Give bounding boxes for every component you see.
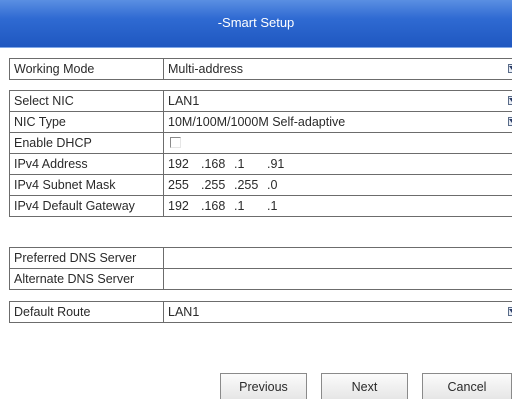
default-route-select[interactable]: LAN1	[164, 302, 512, 322]
select-nic-select[interactable]: LAN1	[164, 91, 512, 111]
ip-octet[interactable]: .91	[267, 154, 284, 174]
setup-panel: Working Mode Multi-address Select NIC LA…	[0, 48, 512, 399]
alternate-dns-field[interactable]	[164, 269, 512, 289]
previous-button[interactable]: Previous	[220, 373, 307, 399]
ip-octet[interactable]: .0	[267, 175, 277, 195]
ip-octet[interactable]: 192	[168, 196, 201, 216]
window-title: -Smart Setup	[217, 15, 295, 30]
default-route-value: LAN1	[168, 305, 200, 319]
gateway-row: IPv4 Default Gateway 192.168.1.1	[10, 196, 512, 217]
title-bar: -Smart Setup	[0, 0, 512, 48]
next-button[interactable]: Next	[321, 373, 408, 399]
working-mode-row: Working Mode Multi-address	[10, 59, 512, 80]
alternate-dns-row: Alternate DNS Server	[10, 269, 512, 290]
nic-settings-group: Select NIC LAN1 NIC Type 10M/100M/1000M …	[9, 90, 512, 217]
ip-octet[interactable]: .1	[234, 196, 267, 216]
gateway-field[interactable]: 192.168.1.1	[164, 196, 512, 216]
cancel-button[interactable]: Cancel	[422, 373, 512, 399]
ip-octet[interactable]: .255	[234, 175, 267, 195]
preferred-dns-field[interactable]	[164, 248, 512, 268]
subnet-mask-label: IPv4 Subnet Mask	[10, 175, 164, 195]
select-nic-label: Select NIC	[10, 91, 164, 111]
ip-octet[interactable]: 192	[168, 154, 201, 174]
chevron-down-icon[interactable]	[508, 96, 512, 105]
chevron-down-icon[interactable]	[508, 117, 512, 126]
subnet-mask-field[interactable]: 255.255.255.0	[164, 175, 512, 195]
ipv4-address-field[interactable]: 192.168.1.91	[164, 154, 512, 174]
working-mode-group: Working Mode Multi-address	[9, 58, 512, 80]
ip-octet[interactable]: .168	[201, 154, 234, 174]
ip-octet[interactable]: .1	[267, 196, 277, 216]
nic-type-label: NIC Type	[10, 112, 164, 132]
select-nic-row: Select NIC LAN1	[10, 91, 512, 112]
dns-group: Preferred DNS Server Alternate DNS Serve…	[9, 247, 512, 290]
gateway-label: IPv4 Default Gateway	[10, 196, 164, 216]
ip-octet[interactable]: 255	[168, 175, 201, 195]
default-route-group: Default Route LAN1	[9, 301, 512, 323]
alternate-dns-label: Alternate DNS Server	[10, 269, 164, 289]
enable-dhcp-row: Enable DHCP	[10, 133, 512, 154]
preferred-dns-row: Preferred DNS Server	[10, 248, 512, 269]
ip-octet[interactable]: .168	[201, 196, 234, 216]
ipv4-address-row: IPv4 Address 192.168.1.91	[10, 154, 512, 175]
subnet-mask-row: IPv4 Subnet Mask 255.255.255.0	[10, 175, 512, 196]
enable-dhcp-cell	[164, 133, 512, 153]
working-mode-select[interactable]: Multi-address	[164, 59, 512, 79]
enable-dhcp-checkbox[interactable]	[170, 137, 181, 148]
nic-type-value: 10M/100M/1000M Self-adaptive	[168, 115, 346, 129]
chevron-down-icon[interactable]	[508, 307, 512, 316]
nic-type-select[interactable]: 10M/100M/1000M Self-adaptive	[164, 112, 512, 132]
nic-type-row: NIC Type 10M/100M/1000M Self-adaptive	[10, 112, 512, 133]
chevron-down-icon[interactable]	[508, 64, 512, 73]
enable-dhcp-label: Enable DHCP	[10, 133, 164, 153]
working-mode-label: Working Mode	[10, 59, 164, 79]
ip-octet[interactable]: .255	[201, 175, 234, 195]
ip-octet[interactable]: .1	[234, 154, 267, 174]
ipv4-address-label: IPv4 Address	[10, 154, 164, 174]
working-mode-value: Multi-address	[168, 62, 244, 76]
default-route-row: Default Route LAN1	[10, 302, 512, 323]
select-nic-value: LAN1	[168, 94, 200, 108]
preferred-dns-label: Preferred DNS Server	[10, 248, 164, 268]
default-route-label: Default Route	[10, 302, 164, 322]
